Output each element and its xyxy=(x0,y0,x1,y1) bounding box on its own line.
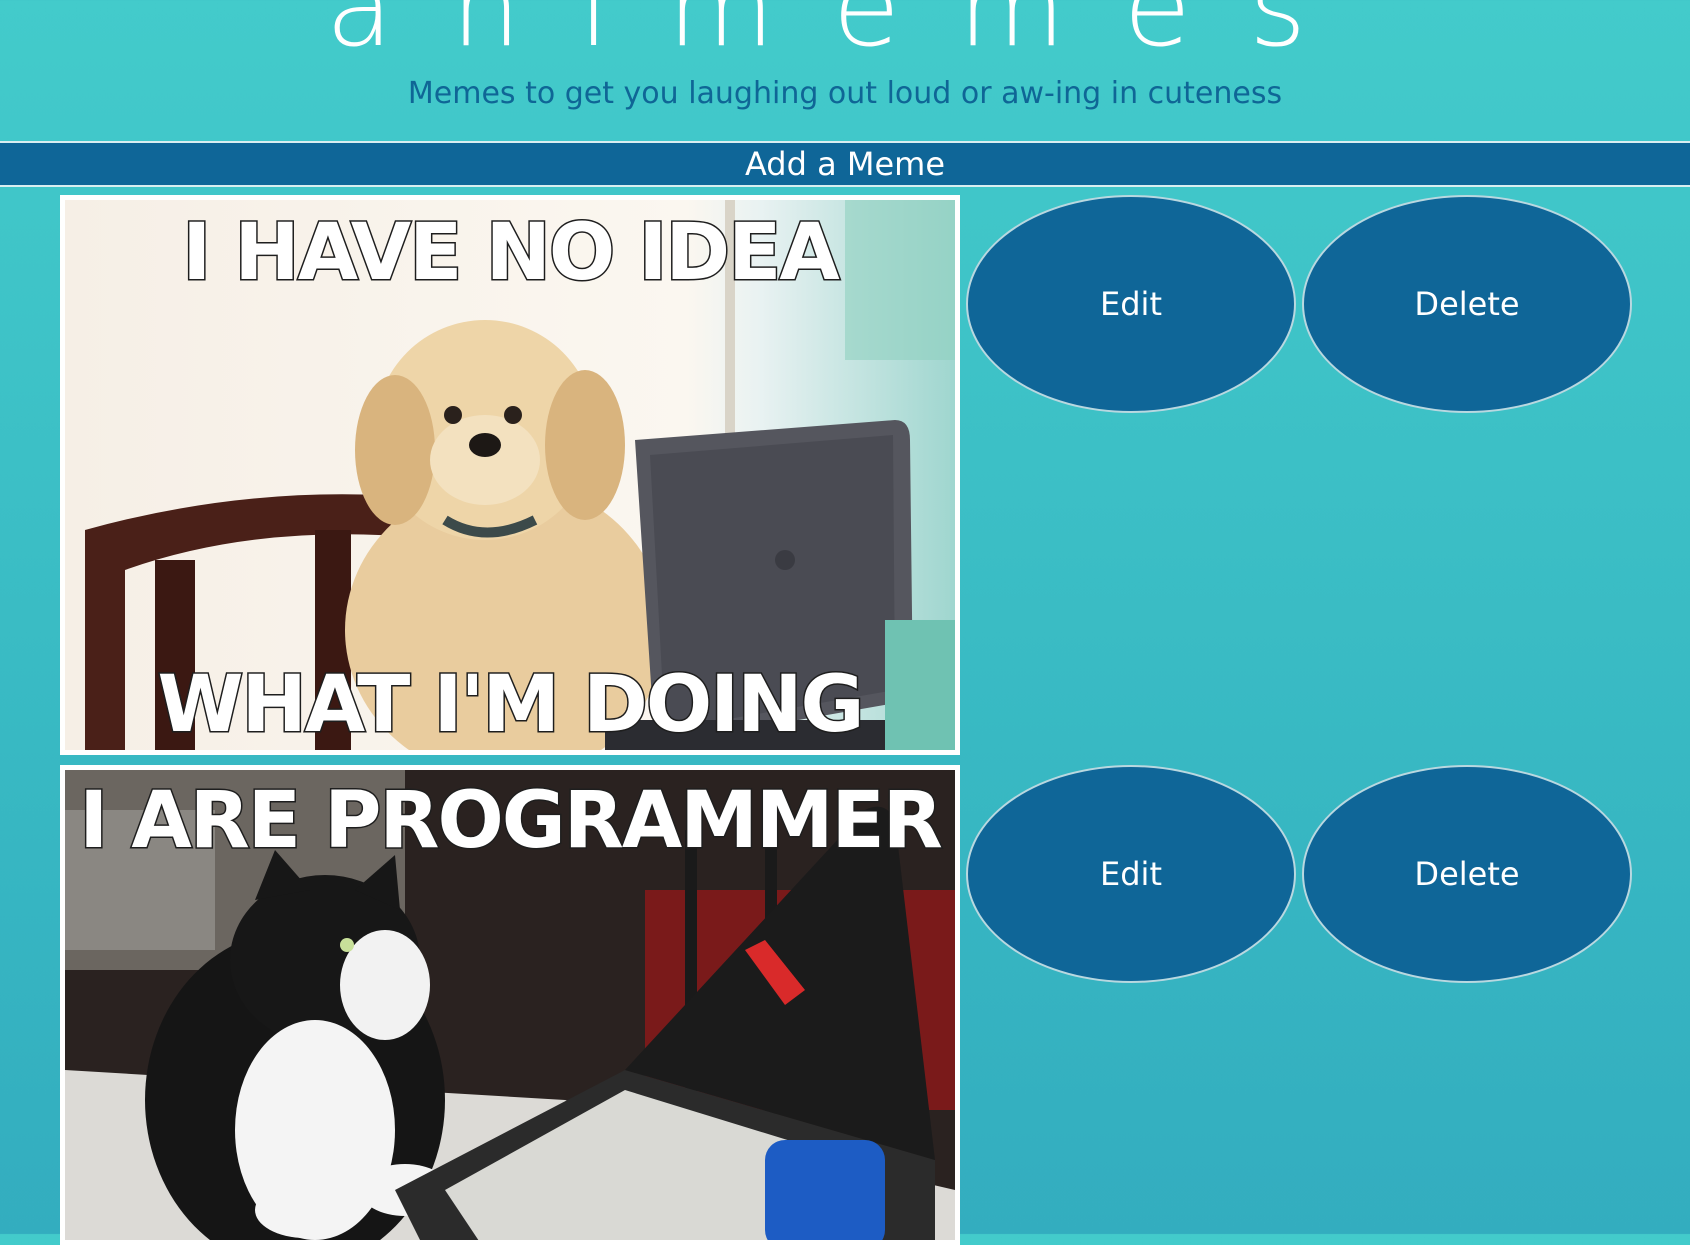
delete-button[interactable]: Delete xyxy=(1302,765,1632,983)
delete-button[interactable]: Delete xyxy=(1302,195,1632,413)
meme-top-text: I ARE PROGRAMMER xyxy=(78,776,945,866)
page-title: animemes xyxy=(325,0,1365,71)
delete-button-label: Delete xyxy=(1414,855,1520,893)
meme-image: I ARE PROGRAMMER xyxy=(65,770,955,1240)
edit-button-label: Edit xyxy=(1100,855,1162,893)
add-meme-label: Add a Meme xyxy=(744,145,946,183)
meme-top-text: I HAVE NO IDEA xyxy=(181,208,842,298)
page-subtitle: Memes to get you laughing out loud or aw… xyxy=(407,76,1283,111)
meme-card: I HAVE NO IDEA WHAT I'M DOING xyxy=(60,195,960,755)
edit-button-label: Edit xyxy=(1100,285,1162,323)
add-meme-button[interactable]: Add a Meme xyxy=(0,141,1690,187)
delete-button-label: Delete xyxy=(1414,285,1520,323)
meme-card: I ARE PROGRAMMER xyxy=(60,765,960,1245)
meme-bottom-text: WHAT I'M DOING xyxy=(156,660,866,750)
edit-button[interactable]: Edit xyxy=(966,765,1296,983)
meme-image: I HAVE NO IDEA WHAT I'M DOING xyxy=(65,200,955,750)
edit-button[interactable]: Edit xyxy=(966,195,1296,413)
